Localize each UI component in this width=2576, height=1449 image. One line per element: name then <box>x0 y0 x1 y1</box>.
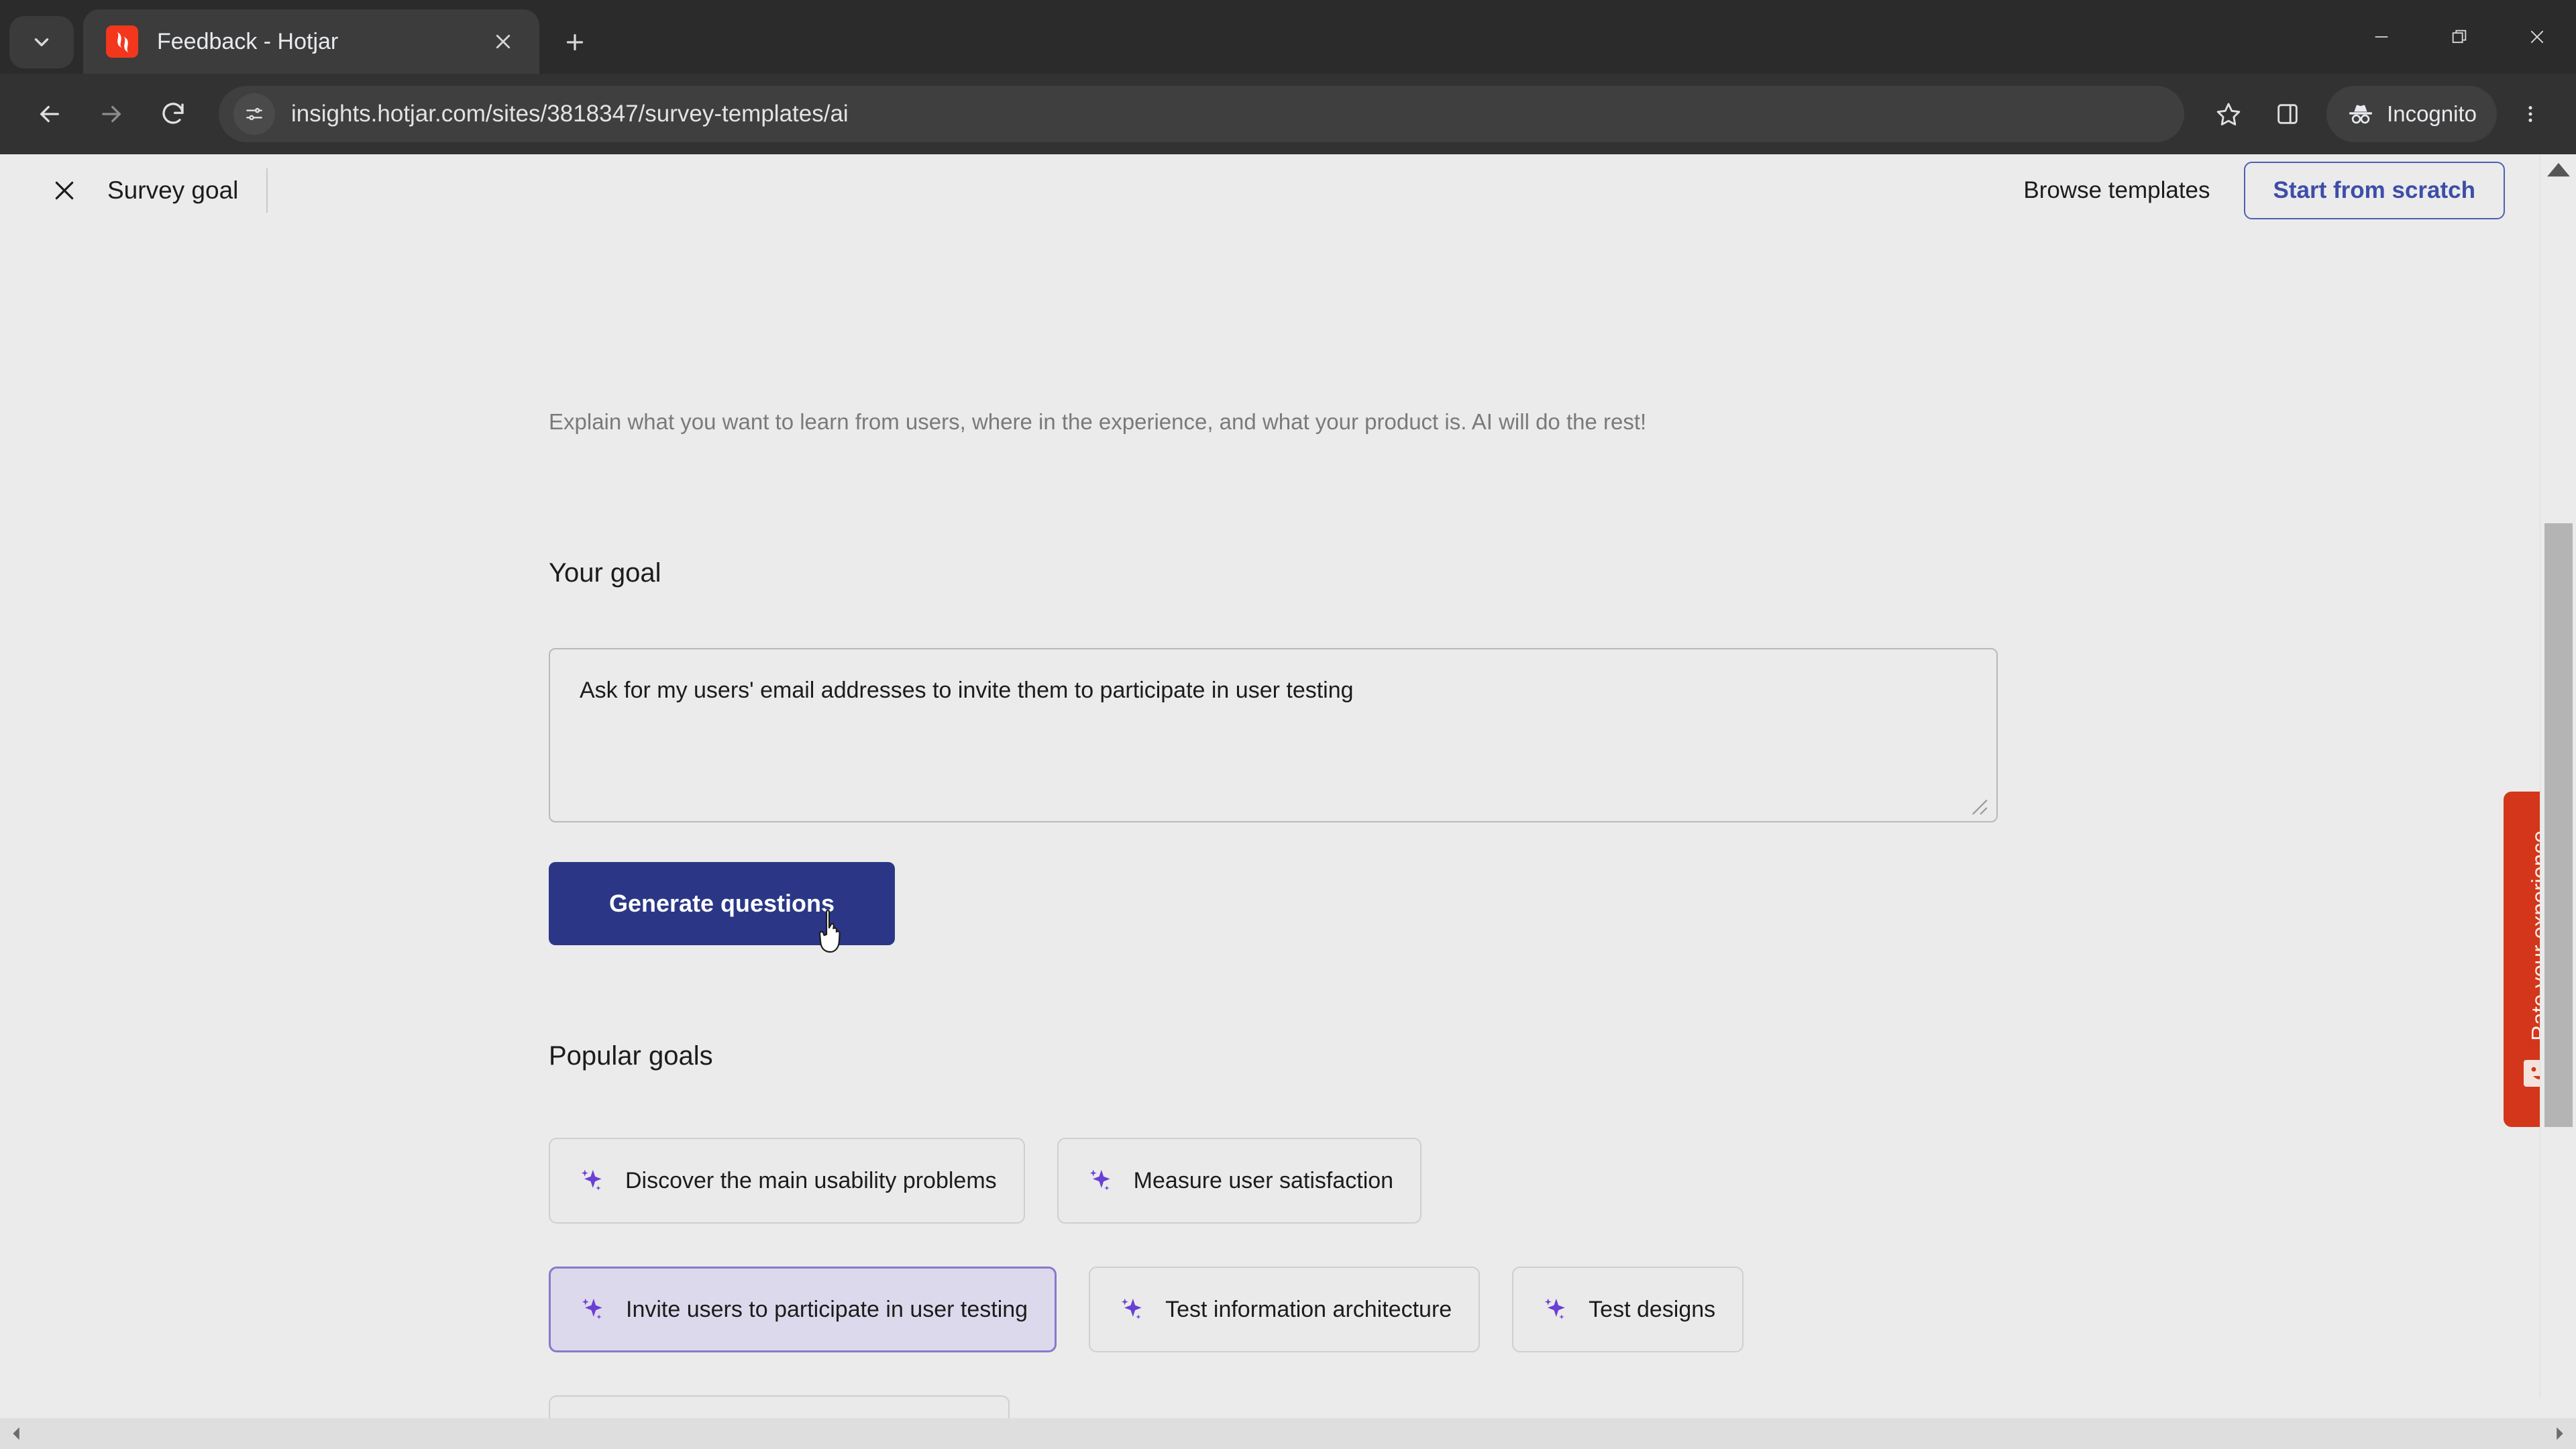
browser-tab-title: Feedback - Hotjar <box>157 28 339 54</box>
scroll-left-arrow[interactable] <box>7 1424 27 1444</box>
popular-goal-label: Test information architecture <box>1165 1296 1452 1322</box>
window-maximize-button[interactable] <box>2420 0 2498 74</box>
popular-goal-chip[interactable]: Discover the main usability problems <box>549 1138 1025 1224</box>
sparkle-icon <box>582 1298 602 1320</box>
window-controls <box>2343 0 2576 74</box>
incognito-icon <box>2349 105 2373 124</box>
tune-icon <box>246 107 262 121</box>
page-title: Survey goal <box>107 176 239 204</box>
scroll-up-arrow[interactable] <box>2540 154 2576 185</box>
address-bar[interactable]: insights.hotjar.com/sites/3818347/survey… <box>219 86 2185 142</box>
start-from-scratch-button[interactable]: Start from scratch <box>2243 162 2505 219</box>
plus-icon <box>566 34 584 51</box>
arrow-left-icon <box>40 105 59 123</box>
sparkle-icon <box>1121 1298 1142 1320</box>
horizontal-scrollbar[interactable] <box>0 1418 2576 1449</box>
triangle-up-icon <box>2547 162 2570 177</box>
popular-goal-chip-selected[interactable]: Invite users to participate in user test… <box>549 1267 1057 1352</box>
survey-goal-content: Explain what you want to learn from user… <box>0 154 2540 1449</box>
vertical-scrollbar-thumb[interactable] <box>2544 523 2573 1127</box>
sparkle-icon <box>1544 1298 1565 1320</box>
popular-goals-label: Popular goals <box>549 1041 713 1071</box>
triangle-right-icon <box>2557 1427 2563 1440</box>
scroll-right-arrow[interactable] <box>2549 1424 2569 1444</box>
chevron-down-icon <box>34 38 49 46</box>
forward-button[interactable] <box>80 83 142 145</box>
popular-goals-row: Invite users to participate in user test… <box>549 1267 1776 1352</box>
tab-close-button[interactable] <box>484 23 522 60</box>
browse-templates-button[interactable]: Browse templates <box>2017 165 2216 216</box>
side-panel-button[interactable] <box>2258 85 2317 144</box>
new-tab-button[interactable] <box>550 17 600 67</box>
popular-goal-label: Measure user satisfaction <box>1133 1167 1394 1193</box>
browser-tab-active[interactable]: Feedback - Hotjar <box>83 9 539 74</box>
incognito-label: Incognito <box>2387 101 2477 126</box>
popular-goal-label: Test designs <box>1589 1296 1716 1322</box>
sparkle-icon <box>581 1169 602 1191</box>
window-close-button[interactable] <box>2498 0 2576 74</box>
hotjar-favicon <box>106 25 138 58</box>
reload-button[interactable] <box>142 83 204 145</box>
window-minimize-button[interactable] <box>2343 0 2420 74</box>
popular-goal-chip[interactable]: Measure user satisfaction <box>1057 1138 1422 1224</box>
minimize-icon <box>2375 36 2388 38</box>
popular-goal-chip[interactable]: Test information architecture <box>1089 1267 1481 1352</box>
header-divider <box>266 168 268 213</box>
address-bar-url: insights.hotjar.com/sites/3818347/survey… <box>291 101 849 127</box>
chrome-menu-button[interactable] <box>2504 85 2557 144</box>
close-survey-goal-button[interactable] <box>40 166 89 215</box>
reload-icon <box>162 103 184 124</box>
more-vertical-icon <box>2528 106 2532 122</box>
generate-questions-button[interactable]: Generate questions <box>549 862 895 945</box>
close-icon <box>2530 30 2544 44</box>
survey-goal-header: Survey goal Browse templates Start from … <box>0 154 2540 227</box>
site-info-button[interactable] <box>233 93 275 135</box>
popular-goal-chip[interactable]: Test designs <box>1512 1267 1744 1352</box>
survey-goal-subtitle: Explain what you want to learn from user… <box>549 409 1647 434</box>
your-goal-label: Your goal <box>549 558 661 588</box>
page-viewport: Explain what you want to learn from user… <box>0 154 2576 1449</box>
triangle-left-icon <box>13 1427 19 1440</box>
bookmark-button[interactable] <box>2199 85 2258 144</box>
tab-search-dropdown-button[interactable] <box>9 16 74 68</box>
sparkle-icon <box>1089 1169 1110 1191</box>
vertical-scrollbar[interactable] <box>2540 154 2576 1398</box>
star-icon <box>2216 103 2241 125</box>
restore-icon <box>2452 30 2467 44</box>
hotjar-logo-icon <box>117 32 129 53</box>
close-icon <box>496 34 511 49</box>
arrow-right-icon <box>102 105 121 123</box>
goal-textarea[interactable] <box>549 648 1998 822</box>
popular-goal-label: Invite users to participate in user test… <box>626 1296 1028 1322</box>
popular-goal-label: Discover the main usability problems <box>625 1167 997 1193</box>
side-panel-icon <box>2277 104 2298 124</box>
back-button[interactable] <box>19 83 80 145</box>
close-icon <box>55 181 74 200</box>
popular-goals-row: Discover the main usability problems Mea… <box>549 1138 1454 1224</box>
browser-window: Feedback - Hotjar insights.hotjar.com/si… <box>0 0 2576 1449</box>
incognito-indicator[interactable]: Incognito <box>2326 86 2497 142</box>
browser-tabstrip: Feedback - Hotjar <box>0 0 2576 74</box>
browser-toolbar: insights.hotjar.com/sites/3818347/survey… <box>0 74 2576 154</box>
